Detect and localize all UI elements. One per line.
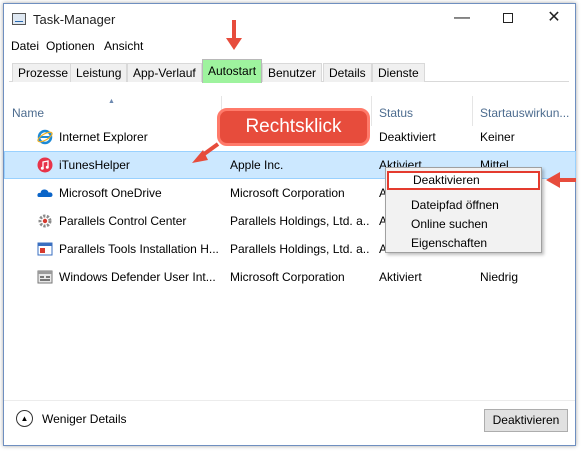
row-name: iTunesHelper bbox=[59, 158, 130, 172]
context-menu-item-open-file-path[interactable]: Dateipfad öffnen bbox=[387, 196, 540, 215]
table-row[interactable]: Windows Defender User Int... Microsoft C… bbox=[4, 263, 576, 291]
maximize-icon bbox=[503, 12, 513, 23]
minimize-button[interactable]: — bbox=[439, 4, 485, 34]
tab-autostart[interactable]: Autostart bbox=[202, 59, 263, 83]
row-name: Microsoft OneDrive bbox=[59, 186, 162, 200]
parallels-gear-icon bbox=[38, 214, 52, 228]
disable-button[interactable]: Deaktivieren bbox=[484, 409, 568, 432]
context-menu-item-search-online[interactable]: Online suchen bbox=[387, 215, 540, 234]
chevron-up-icon[interactable]: ▲ bbox=[16, 410, 33, 427]
maximize-button[interactable] bbox=[485, 4, 531, 34]
row-impact: Keiner bbox=[480, 130, 515, 144]
row-publisher: Microsoft Corporation bbox=[230, 270, 345, 284]
parallels-window-icon bbox=[37, 242, 53, 256]
task-manager-icon bbox=[12, 13, 26, 25]
defender-icon bbox=[37, 270, 53, 284]
tab-benutzer[interactable]: Benutzer bbox=[262, 63, 323, 82]
fewer-details-link[interactable]: Weniger Details bbox=[42, 412, 126, 426]
row-impact: Niedrig bbox=[480, 270, 519, 284]
column-divider[interactable] bbox=[371, 96, 372, 126]
tab-details[interactable]: Details bbox=[323, 63, 372, 82]
row-name: Internet Explorer bbox=[59, 130, 148, 144]
menu-bar: Datei Optionen Ansicht bbox=[4, 36, 575, 56]
row-status: Deaktiviert bbox=[379, 130, 436, 144]
footer-divider bbox=[4, 400, 575, 401]
annotation-balloon: Rechtsklick bbox=[217, 108, 370, 146]
menu-ansicht[interactable]: Ansicht bbox=[104, 39, 143, 53]
column-header-impact[interactable]: Startauswirkun... bbox=[480, 106, 569, 120]
menu-optionen[interactable]: Optionen bbox=[46, 39, 95, 53]
tab-prozesse[interactable]: Prozesse bbox=[12, 63, 75, 82]
tab-dienste[interactable]: Dienste bbox=[372, 63, 425, 82]
row-name: Parallels Tools Installation H... bbox=[59, 242, 219, 256]
tab-leistung[interactable]: Leistung bbox=[70, 63, 128, 82]
menu-datei[interactable]: Datei bbox=[11, 39, 39, 53]
window-title: Task-Manager bbox=[33, 12, 116, 27]
row-status: Aktiviert bbox=[379, 270, 422, 284]
context-menu: Deaktivieren Dateipfad öffnen Online suc… bbox=[385, 167, 542, 253]
context-menu-item-deactivate[interactable]: Deaktivieren bbox=[387, 171, 540, 190]
tab-app-verlauf[interactable]: App-Verlauf bbox=[127, 63, 202, 82]
row-name: Parallels Control Center bbox=[59, 214, 187, 228]
onedrive-icon bbox=[37, 189, 53, 197]
column-divider[interactable] bbox=[472, 96, 473, 126]
row-publisher: Microsoft Corporation bbox=[230, 186, 345, 200]
column-header-status[interactable]: Status bbox=[379, 106, 413, 120]
internet-explorer-icon bbox=[37, 129, 53, 145]
close-button[interactable]: ✕ bbox=[531, 4, 577, 34]
column-header-name[interactable]: Name bbox=[12, 106, 44, 120]
sort-ascending-icon: ▲ bbox=[108, 98, 115, 105]
itunes-icon bbox=[37, 157, 53, 173]
row-name: Windows Defender User Int... bbox=[59, 270, 216, 284]
tab-bar: Prozesse Leistung App-Verlauf Autostart … bbox=[9, 59, 569, 83]
context-menu-item-properties[interactable]: Eigenschaften bbox=[387, 234, 540, 253]
row-publisher: Parallels Holdings, Ltd. a... bbox=[230, 214, 370, 228]
row-publisher: Apple Inc. bbox=[230, 158, 284, 172]
row-publisher: Parallels Holdings, Ltd. a... bbox=[230, 242, 370, 256]
title-bar: Task-Manager — ✕ bbox=[4, 4, 575, 34]
